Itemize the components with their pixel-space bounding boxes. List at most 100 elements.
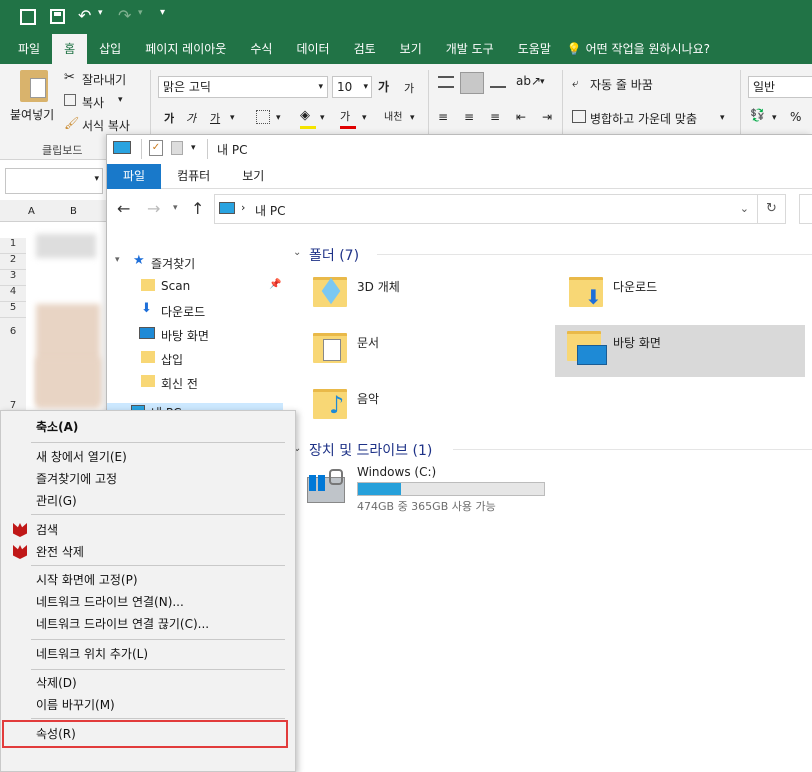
menu-item-properties[interactable]: 속성(R) — [2, 723, 294, 745]
row-header-5[interactable]: 5 — [0, 302, 26, 318]
menu-item-pin-start[interactable]: 시작 화면에 고정(P) — [2, 569, 294, 591]
chevron-down-icon[interactable]: ⌄ — [740, 202, 749, 215]
row-header-6[interactable]: 6 — [0, 318, 26, 406]
drives-section-title[interactable]: 장치 및 드라이브 (1) — [309, 440, 432, 460]
refresh-button[interactable]: ↻ — [758, 194, 786, 224]
align-left-icon[interactable]: ≡ — [438, 110, 448, 124]
new-folder-icon[interactable] — [171, 141, 183, 155]
redo-icon[interactable]: ↷ — [118, 6, 131, 25]
decrease-indent-icon[interactable]: ⇤ — [516, 110, 526, 124]
tab-formulas[interactable]: 수식 — [238, 34, 284, 64]
tab-computer[interactable]: 컴퓨터 — [161, 164, 226, 189]
merge-center-button[interactable]: 병합하고 가운데 맞춤 — [590, 110, 697, 127]
folder-label-3d-objects[interactable]: 3D 개체 — [357, 278, 400, 295]
nav-item-insert[interactable]: 삽입 — [161, 351, 183, 368]
phonetic-dropdown-icon[interactable]: ▾ — [410, 113, 415, 123]
format-painter-icon[interactable]: 🖌 — [64, 116, 79, 130]
undo-dropdown-icon[interactable]: ▾ — [98, 8, 103, 18]
address-bar[interactable]: › 내 PC ⌄ — [214, 194, 758, 224]
accounting-format-icon[interactable]: 💱 — [750, 108, 765, 122]
cut-icon[interactable]: ✂ — [64, 70, 75, 85]
search-box[interactable] — [799, 194, 812, 224]
menu-item-rename[interactable]: 이름 바꾸기(M) — [2, 694, 294, 716]
align-middle-icon[interactable] — [460, 72, 484, 94]
folders-section-title[interactable]: 폴더 (7) — [309, 245, 359, 265]
folder-label-music[interactable]: 음악 — [357, 390, 379, 407]
folder-item-documents[interactable] — [307, 325, 347, 369]
tab-view[interactable]: 보기 — [388, 34, 434, 64]
menu-item-delete[interactable]: 삭제(D) — [2, 672, 294, 694]
breadcrumb[interactable]: 내 PC — [255, 202, 285, 219]
fill-dropdown-icon[interactable]: ▾ — [320, 113, 325, 123]
column-header-b[interactable]: B — [70, 206, 77, 217]
percent-icon[interactable]: % — [790, 110, 801, 124]
increase-font-icon[interactable]: 가 — [378, 78, 389, 95]
align-center-icon[interactable]: ≡ — [464, 110, 474, 124]
menu-item-collapse[interactable]: 축소(A) — [2, 416, 294, 438]
tab-data[interactable]: 데이터 — [284, 34, 341, 64]
save-icon[interactable] — [50, 9, 65, 24]
tab-file[interactable]: 파일 — [6, 34, 52, 64]
border-dropdown-icon[interactable]: ▾ — [276, 113, 281, 123]
wrap-text-icon[interactable]: ⤶ — [572, 76, 579, 91]
folder-item-3d-objects[interactable] — [307, 269, 347, 313]
phonetic-icon[interactable]: 내천 — [384, 108, 402, 123]
format-painter-button[interactable]: 서식 복사 — [82, 117, 130, 134]
align-bottom-icon[interactable] — [490, 76, 506, 88]
expand-chevron-icon[interactable]: ▾ — [115, 255, 120, 265]
forward-arrow-icon[interactable]: → — [147, 199, 160, 218]
paste-icon[interactable] — [20, 70, 48, 102]
menu-item-add-network-location[interactable]: 네트워크 위치 추가(L) — [2, 643, 294, 665]
paste-label[interactable]: 붙여넣기 — [10, 106, 54, 123]
font-name-select[interactable]: 맑은 고딕 ▾ — [158, 76, 328, 98]
menu-item-pin-quick-access[interactable]: 즐겨찾기에 고정 — [2, 468, 294, 490]
menu-item-scan[interactable]: 검색 — [2, 519, 294, 541]
copy-dropdown-icon[interactable]: ▾ — [118, 95, 123, 105]
tab-developer[interactable]: 개발 도구 — [434, 34, 506, 64]
orientation-dropdown-icon[interactable]: ▾ — [540, 77, 545, 87]
folder-item-downloads[interactable]: ⬇ — [563, 269, 603, 313]
wrap-text-button[interactable]: 자동 줄 바꿈 — [590, 76, 653, 93]
row-header-2[interactable]: 2 — [0, 254, 26, 270]
copy-icon[interactable] — [64, 94, 76, 106]
cut-button[interactable]: 잘라내기 — [82, 71, 126, 88]
menu-item-shred[interactable]: 완전 삭제 — [2, 541, 294, 563]
folder-label-downloads[interactable]: 다운로드 — [613, 278, 657, 295]
underline-icon[interactable]: 가 — [210, 110, 220, 126]
menu-item-map-network-drive[interactable]: 네트워크 드라이브 연결(N)... — [2, 591, 294, 613]
folder-item-desktop[interactable]: 바탕 화면 — [555, 325, 805, 377]
up-arrow-icon[interactable]: ↑ — [191, 199, 204, 218]
copy-button[interactable]: 복사 — [82, 94, 104, 111]
collapse-chevron-icon[interactable]: ⌄ — [293, 247, 301, 258]
nav-item-downloads[interactable]: 다운로드 — [161, 303, 205, 320]
underline-dropdown-icon[interactable]: ▾ — [230, 113, 235, 123]
tab-home[interactable]: 홈 — [52, 34, 88, 64]
align-right-icon[interactable]: ≡ — [490, 110, 500, 124]
folder-item-music[interactable]: ♪ — [307, 381, 347, 425]
menu-item-manage[interactable]: 관리(G) — [2, 490, 294, 512]
orientation-icon[interactable]: ab↗ — [516, 74, 541, 88]
back-arrow-icon[interactable]: ← — [117, 199, 130, 218]
drive-item-windows-c[interactable] — [307, 467, 351, 507]
tab-review[interactable]: 검토 — [342, 34, 388, 64]
column-header-a[interactable]: A — [28, 206, 35, 217]
increase-indent-icon[interactable]: ⇥ — [542, 110, 552, 124]
customize-qat-icon[interactable]: ▾ — [191, 143, 196, 153]
row-header-1[interactable]: 1 — [0, 238, 26, 254]
drive-name[interactable]: Windows (C:) — [357, 465, 436, 479]
fill-color-icon[interactable]: ◈ — [300, 108, 310, 123]
font-color-icon[interactable]: 가 — [340, 108, 350, 124]
italic-icon[interactable]: 가 — [186, 110, 196, 126]
align-top-icon[interactable] — [438, 76, 454, 88]
recent-locations-icon[interactable]: ▾ — [173, 203, 178, 213]
tab-insert[interactable]: 삽입 — [87, 34, 133, 64]
tell-me-box[interactable]: 💡 어떤 작업을 원하시나요? — [563, 34, 722, 64]
properties-icon[interactable]: ✓ — [149, 140, 163, 156]
customize-qat-icon[interactable]: ▾ — [160, 7, 165, 18]
tab-page-layout[interactable]: 페이지 레이아웃 — [133, 34, 238, 64]
folder-label-documents[interactable]: 문서 — [357, 334, 379, 351]
merge-icon[interactable] — [572, 110, 586, 123]
redo-dropdown-icon[interactable]: ▾ — [138, 8, 143, 18]
tab-file[interactable]: 파일 — [107, 164, 162, 189]
merge-dropdown-icon[interactable]: ▾ — [720, 113, 725, 123]
